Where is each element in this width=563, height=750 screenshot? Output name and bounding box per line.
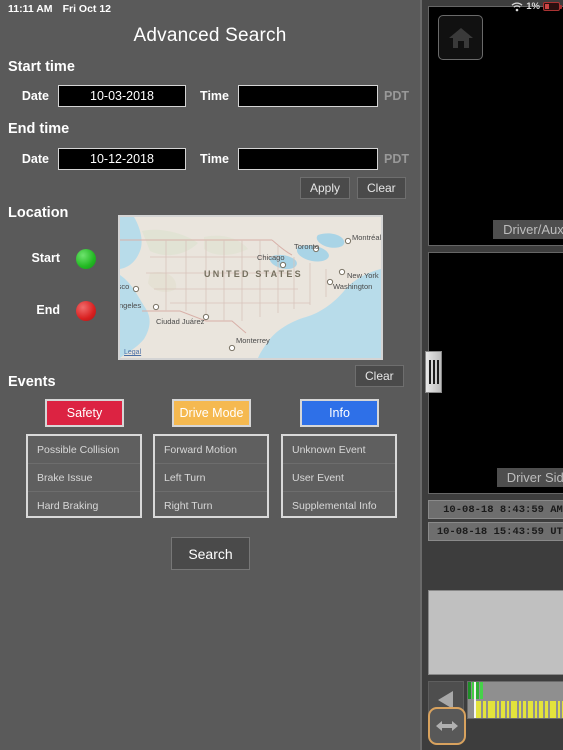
start-timezone-label: PDT (384, 89, 409, 103)
map-legal-link[interactable]: Legal (124, 349, 141, 356)
timeline-playhead[interactable] (474, 682, 476, 718)
battery-icon (543, 2, 562, 11)
location-end-marker[interactable] (76, 301, 96, 321)
event-item[interactable]: Hard Braking (28, 492, 140, 516)
events-heading: Events (8, 374, 56, 390)
advanced-search-panel: 11:11 AM Fri Oct 12 Advanced Search Star… (0, 0, 420, 750)
category-button-info[interactable]: Info (300, 399, 379, 427)
svg-text:Washington: Washington (333, 282, 372, 291)
time-clear-button[interactable]: Clear (357, 177, 406, 199)
start-time-input[interactable] (238, 85, 378, 107)
event-detail-box (428, 590, 563, 675)
resize-horizontal-icon (436, 721, 458, 731)
status-bar-time: 11:11 AM (8, 3, 53, 15)
video-label-driver-side: Driver Side (496, 468, 563, 487)
timeline-upper-track (468, 682, 563, 699)
end-time-input[interactable] (238, 148, 378, 170)
event-item[interactable]: Right Turn (155, 492, 267, 516)
event-item[interactable]: Brake Issue (28, 464, 140, 492)
start-time-heading: Start time (8, 59, 75, 75)
event-item[interactable]: Possible Collision (28, 436, 140, 464)
event-item[interactable]: Forward Motion (155, 436, 267, 464)
event-item[interactable]: Supplemental Info (283, 492, 395, 516)
svg-text:Angeles: Angeles (120, 301, 141, 310)
svg-text:Monterrey: Monterrey (236, 336, 270, 345)
event-item[interactable]: User Event (283, 464, 395, 492)
video-feed-driver-aux1[interactable]: Driver/Aux1 (428, 6, 563, 246)
svg-text:isco: isco (120, 282, 129, 291)
panel-resize-handle[interactable] (425, 351, 442, 393)
location-start-label: Start (31, 251, 60, 265)
page-title: Advanced Search (133, 25, 287, 46)
status-bar-date: Fri Oct 12 (62, 3, 111, 15)
event-item[interactable]: Left Turn (155, 464, 267, 492)
expand-collapse-button[interactable] (428, 707, 466, 745)
svg-text:Chicago: Chicago (257, 253, 285, 262)
category-button-safety[interactable]: Safety (45, 399, 124, 427)
search-button[interactable]: Search (171, 537, 250, 570)
end-timezone-label: PDT (384, 152, 409, 166)
event-list-drive-mode: Forward Motion Left Turn Right Turn (153, 434, 269, 518)
end-time-label: Time (200, 152, 229, 166)
svg-text:New York: New York (347, 271, 379, 280)
status-bar: 11:11 AM Fri Oct 12 (0, 0, 420, 18)
location-map[interactable]: UNITED STATES Montréal Toronto Chicago N… (118, 215, 383, 360)
category-button-drive-mode[interactable]: Drive Mode (172, 399, 251, 427)
location-clear-button[interactable]: Clear (355, 365, 404, 387)
start-date-input[interactable] (58, 85, 186, 107)
location-heading: Location (8, 205, 69, 221)
svg-text:UNITED STATES: UNITED STATES (204, 269, 303, 279)
start-time-row: Date Time PDT (0, 85, 409, 107)
timestamp-local: 10-08-18 8:43:59 AM (428, 500, 563, 519)
event-list-info: Unknown Event User Event Supplemental In… (281, 434, 397, 518)
end-time-row: Date Time PDT (0, 148, 409, 170)
wifi-icon (511, 1, 523, 11)
apply-button[interactable]: Apply (300, 177, 351, 199)
event-list-safety: Possible Collision Brake Issue Hard Brak… (26, 434, 142, 518)
app-root: 11:11 AM Fri Oct 12 Advanced Search Star… (0, 0, 563, 750)
battery-percent-label: 1% (526, 1, 540, 12)
map-graphic: UNITED STATES Montréal Toronto Chicago N… (120, 217, 381, 358)
end-date-label: Date (21, 152, 49, 166)
svg-text:Ciudad Juárez: Ciudad Juárez (156, 317, 205, 326)
start-date-label: Date (21, 89, 49, 103)
timeline-track[interactable] (467, 681, 563, 719)
svg-text:Montréal: Montréal (352, 233, 381, 242)
video-label-driver-aux1: Driver/Aux1 (493, 220, 563, 239)
location-start-marker[interactable] (76, 249, 96, 269)
location-end-label: End (36, 303, 60, 317)
video-feed-driver-side[interactable]: Driver Side (428, 252, 563, 494)
end-date-input[interactable] (58, 148, 186, 170)
start-time-label: Time (200, 89, 229, 103)
timeline-lower-track (468, 701, 563, 718)
end-time-heading: End time (8, 121, 70, 137)
event-item[interactable]: Unknown Event (283, 436, 395, 464)
home-button[interactable] (438, 15, 483, 60)
svg-text:Toronto: Toronto (294, 242, 319, 251)
device-status-indicators: 1% (511, 1, 562, 12)
timestamp-utc: 10-08-18 15:43:59 UTC (428, 522, 563, 541)
home-icon (448, 27, 473, 48)
